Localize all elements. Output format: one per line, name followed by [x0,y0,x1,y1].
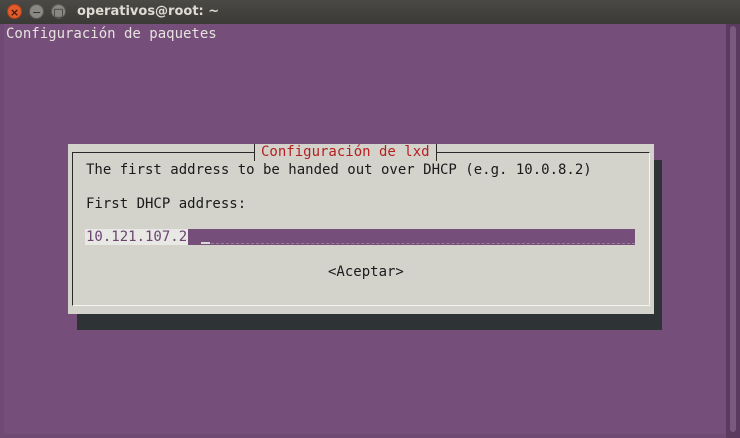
field-fill-dots [211,243,635,244]
minimize-icon[interactable]: − [29,4,44,19]
scrollbar-thumb[interactable] [730,26,736,432]
package-config-header: Configuración de paquetes [6,26,217,42]
field-label: First DHCP address: [86,196,247,212]
lxd-config-dialog: Configuración de lxd The first address t… [68,144,654,314]
dialog-description: The first address to be handed out over … [86,162,592,178]
accept-button[interactable]: <Aceptar> [328,264,404,281]
maximize-icon[interactable]: □ [51,4,66,19]
text-cursor [201,242,210,244]
dhcp-address-value[interactable]: 10.121.107.2 [85,229,189,245]
window-titlebar: × − □ operativos@root: ~ [0,0,740,24]
dhcp-address-input[interactable]: 10.121.107.2 [85,229,635,245]
window-title: operativos@root: ~ [77,4,220,19]
terminal-scrollbar[interactable] [726,24,740,438]
dialog-title: Configuración de lxd [254,144,437,161]
close-icon[interactable]: × [7,4,22,19]
